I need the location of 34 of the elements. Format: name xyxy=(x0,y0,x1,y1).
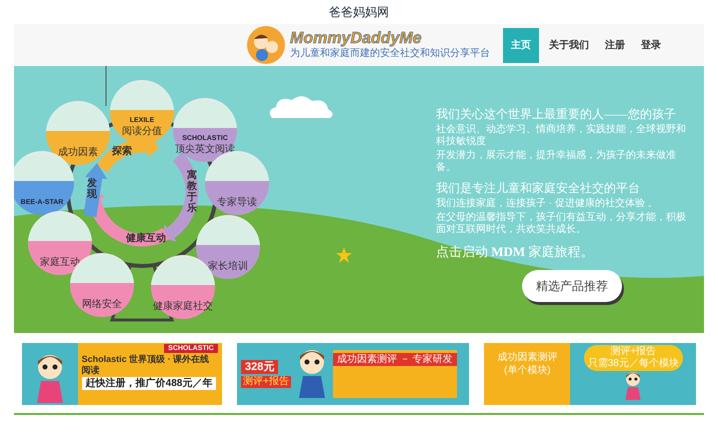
nav-link[interactable]: 注册 xyxy=(599,28,631,62)
bubble-text: 测评+报告 xyxy=(610,346,656,358)
tagline: 为儿童和家庭而建的安全社交和知识分享平台 xyxy=(290,48,491,60)
section-heading: 我们关心这个世界上最重要的人——您的孩子 xyxy=(436,106,677,122)
banner-title: 成功因素测评 xyxy=(497,351,558,364)
gondola-label: 家长培训 xyxy=(208,261,248,272)
banner-offer: 赶快注册，推广价488元／年 xyxy=(82,377,216,390)
section-text: 我们连接家庭，连接孩子 · 促进健康的社交体验 。 xyxy=(436,198,659,210)
brand-name: MommyDaddyMe xyxy=(290,30,423,48)
section-text: 开发潜力，展示才能，提升幸福感，为孩子的未来做准备。 xyxy=(436,150,677,174)
family-logo-icon xyxy=(246,25,286,65)
arrow-label: 健康互动 xyxy=(126,233,166,244)
star-icon xyxy=(336,247,352,263)
arrow-label: 探索 xyxy=(112,146,132,157)
nav-link[interactable]: 登录 xyxy=(635,28,667,62)
section-text: 在父母的温馨指导下，孩子们有益互动，分享才能，积极面对互联网时代，共欢笑共成长。 xyxy=(436,212,686,236)
gondola-label: 阅读分值 xyxy=(122,126,162,137)
gondola-label: 网络安全 xyxy=(82,299,122,310)
gondola-label: 成功因素 xyxy=(58,147,98,158)
arrow-label: 发现 xyxy=(87,178,97,200)
bubble-text: 只需38元／每个模块 xyxy=(588,358,679,370)
section-text: 社会意识、动态学习、情商培养，实践技能，全球视野和科技敏锐度 xyxy=(436,124,686,148)
nav-link[interactable]: 关于我们 xyxy=(543,28,595,62)
banner-title: 成功因素测评 － 专家研发 xyxy=(333,353,457,366)
section-heading: 我们是专注儿童和家庭安全社交的平台 xyxy=(436,180,641,196)
girl-drawing xyxy=(623,371,644,401)
gondola-label: 专家导读 xyxy=(217,197,257,208)
page-title: 爸爸妈妈网 xyxy=(329,4,389,21)
featured-products-button[interactable]: 精选产品推荐 xyxy=(522,270,622,302)
offer-tag: 测评+报告 xyxy=(240,376,291,388)
banner-title: Scholastic 世界顶级 · 课外在线阅读 xyxy=(82,354,210,376)
assessment-banner[interactable]: 328元 测评+报告 成功因素测评 － 专家研发 xyxy=(236,343,469,405)
banner-subtitle: (单个模块) xyxy=(504,364,551,377)
price-tag: 328元 xyxy=(240,360,278,374)
